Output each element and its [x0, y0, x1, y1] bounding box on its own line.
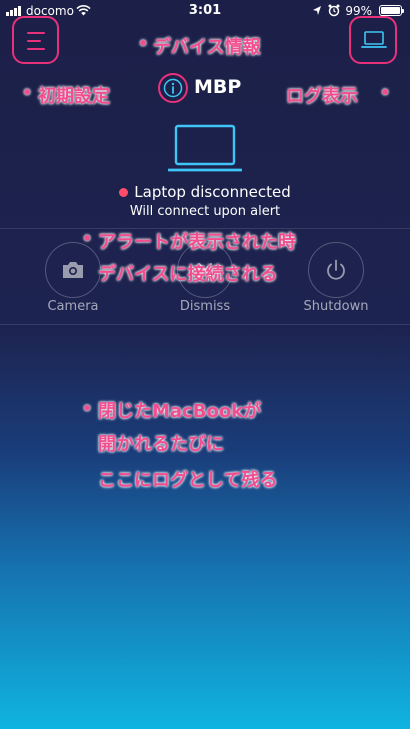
log-button[interactable]	[349, 16, 397, 64]
connection-status: Laptop disconnected	[0, 183, 410, 201]
annotation-log-line3: ここにログとして残る	[98, 470, 278, 491]
connection-status-text: Laptop disconnected	[134, 183, 291, 201]
annotation-bullet: •	[138, 34, 149, 53]
annotation-bullet: •	[380, 83, 391, 102]
laptop-icon	[168, 124, 242, 172]
camera-label: Camera	[47, 299, 99, 314]
annotation-log-line1: 閉じたMacBookが	[98, 401, 262, 422]
annotation-device-info: デバイス情報	[153, 37, 261, 58]
status-indicator	[119, 188, 129, 197]
shutdown-button[interactable]	[308, 242, 364, 298]
status-bar: docomo 3:01 99%	[0, 0, 410, 22]
annotation-log-display: ログ表示	[286, 86, 358, 107]
dismiss-label: Dismiss	[179, 299, 231, 314]
menu-icon	[27, 32, 45, 50]
connection-substatus: Will connect upon alert	[129, 204, 281, 219]
annotation-bullet: •	[22, 83, 33, 102]
annotation-log-line2: 開かれるたびに	[98, 434, 224, 455]
divider	[0, 324, 410, 325]
camera-icon	[63, 262, 83, 278]
power-icon	[327, 259, 345, 280]
annotation-initial-settings: 初期設定	[38, 86, 110, 107]
laptop-icon	[361, 31, 387, 48]
location-icon	[313, 6, 321, 15]
annotation-bullet: •	[82, 229, 93, 248]
camera-button[interactable]	[45, 242, 101, 298]
annotation-alert-line2: デバイスに接続される	[98, 264, 278, 285]
alarm-icon	[328, 4, 340, 17]
annotation-alert-line1: アラートが表示された時	[98, 232, 296, 253]
menu-button[interactable]	[12, 16, 59, 64]
annotation-bullet: •	[82, 399, 93, 418]
battery-icon	[379, 5, 404, 16]
device-info-button[interactable]	[158, 73, 188, 103]
device-name: MBP	[194, 76, 242, 98]
shutdown-label: Shutdown	[303, 299, 369, 314]
info-icon	[163, 78, 183, 98]
